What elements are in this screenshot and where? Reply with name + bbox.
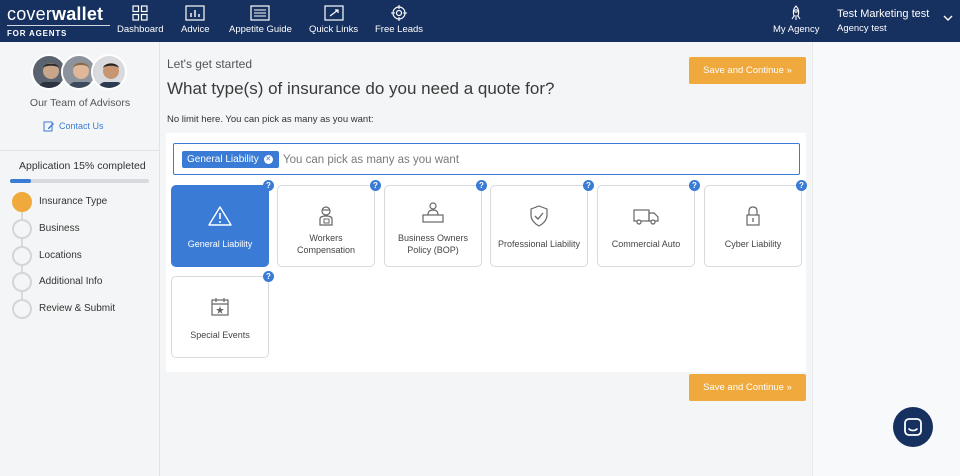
remove-tag-icon[interactable]: ✕ <box>263 155 273 164</box>
nav-my-agency[interactable]: My Agency <box>773 5 819 35</box>
edit-note-icon <box>43 121 54 132</box>
bar-chart-icon <box>185 5 205 21</box>
save-and-continue-button-top[interactable]: Save and Continue » <box>689 57 806 84</box>
help-icon[interactable]: ? <box>263 180 274 191</box>
target-icon <box>391 5 408 21</box>
step-insurance-type[interactable]: Insurance Type <box>12 192 152 212</box>
chat-widget-button[interactable] <box>893 407 933 447</box>
help-icon[interactable]: ? <box>476 180 487 191</box>
progress-bar <box>10 179 149 183</box>
instruction-text: No limit here. You can pick as many as y… <box>167 114 374 125</box>
calendar-star-icon <box>211 298 229 316</box>
step-indicator <box>12 246 32 266</box>
nav-appetite-guide-label: Appetite Guide <box>229 24 292 35</box>
card-cyber-liability[interactable]: Cyber Liability <box>704 185 802 267</box>
nav-appetite-guide[interactable]: Appetite Guide <box>229 5 292 35</box>
card-label: Cyber Liability <box>724 239 782 249</box>
logo-subtitle: FOR AGENTS <box>7 29 68 38</box>
step-indicator <box>12 219 32 239</box>
nav-free-leads-label: Free Leads <box>375 24 424 35</box>
card-workers-compensation[interactable]: Workers Compensation <box>277 185 375 267</box>
link-icon <box>323 5 344 21</box>
step-label: Additional Info <box>39 276 103 287</box>
main-content: Let's get started What type(s) of insura… <box>160 42 812 476</box>
logo-text-cover: cover <box>7 4 53 24</box>
step-label: Insurance Type <box>39 196 108 207</box>
list-icon <box>250 5 271 21</box>
worker-icon <box>319 206 333 226</box>
step-business[interactable]: Business <box>12 219 152 239</box>
logo-text-wallet: wallet <box>52 4 104 24</box>
user-company: Agency test <box>837 23 887 34</box>
coverwallet-logo[interactable]: coverwallet FOR AGENTS <box>7 4 110 38</box>
nav-quick-links[interactable]: Quick Links <box>309 5 358 35</box>
contact-us-label: Contact Us <box>59 121 104 131</box>
shield-check-icon <box>530 205 548 227</box>
avatar <box>91 54 127 90</box>
card-special-events[interactable]: Special Events <box>171 276 269 358</box>
card-general-liability[interactable]: General Liability <box>171 185 269 267</box>
desk-icon <box>422 202 444 223</box>
selected-insurance-tag-input[interactable]: General Liability ✕ <box>173 143 800 175</box>
card-label: Commercial Auto <box>611 239 681 249</box>
nav-advice[interactable]: Advice <box>181 5 210 35</box>
progress-bar-fill <box>10 179 31 183</box>
step-additional-info[interactable]: Additional Info <box>12 272 152 292</box>
logo-divider <box>7 25 110 26</box>
selected-tag-general-liability[interactable]: General Liability ✕ <box>182 151 279 168</box>
chevron-down-icon[interactable] <box>943 15 953 22</box>
nav-advice-label: Advice <box>181 24 210 35</box>
user-menu[interactable]: Test Marketing test Agency test <box>837 8 929 34</box>
top-navigation-bar: coverwallet FOR AGENTS Dashboard Advice … <box>0 0 960 42</box>
nav-dashboard[interactable]: Dashboard <box>117 5 163 35</box>
help-icon[interactable]: ? <box>796 180 807 191</box>
nav-quick-links-label: Quick Links <box>309 24 359 35</box>
save-and-continue-button-bottom[interactable]: Save and Continue » <box>689 374 806 401</box>
card-label: Workers <box>309 233 343 243</box>
right-gutter <box>812 42 960 476</box>
page-title: What type(s) of insurance do you need a … <box>167 79 555 98</box>
sidebar: Our Team of Advisors Contact Us Applicat… <box>0 42 160 476</box>
card-label-line2: Policy (BOP) <box>407 245 459 255</box>
step-indicator <box>12 272 32 292</box>
tag-label: General Liability <box>187 154 259 165</box>
grid-icon <box>132 5 148 21</box>
card-label: Professional Liability <box>497 239 581 249</box>
progress-label: Application 15% completed <box>19 160 146 172</box>
card-label: General Liability <box>187 239 253 249</box>
step-review-submit[interactable]: Review & Submit <box>12 299 152 319</box>
card-professional-liability[interactable]: Professional Liability <box>490 185 588 267</box>
warning-icon <box>208 206 232 226</box>
card-commercial-auto[interactable]: Commercial Auto <box>597 185 695 267</box>
help-icon[interactable]: ? <box>370 180 381 191</box>
card-label: Special Events <box>190 330 250 340</box>
insurance-search-input[interactable] <box>283 150 783 169</box>
user-name: Test Marketing test <box>837 8 930 20</box>
step-indicator <box>12 192 32 212</box>
team-of-advisors-label: Our Team of Advisors <box>29 97 131 109</box>
truck-icon <box>633 209 659 225</box>
step-label: Locations <box>39 250 82 261</box>
card-business-owners-policy[interactable]: Business Owners Policy (BOP) <box>384 185 482 267</box>
nav-my-agency-label: My Agency <box>773 24 820 35</box>
help-icon[interactable]: ? <box>263 271 274 282</box>
advisor-avatars <box>31 54 131 90</box>
rocket-icon <box>791 5 801 20</box>
insurance-selection-panel: General Liability ✕ General Liability Wo… <box>166 133 807 372</box>
lock-icon <box>746 206 760 226</box>
nav-dashboard-label: Dashboard <box>117 24 164 35</box>
step-label: Review & Submit <box>39 303 116 314</box>
help-icon[interactable]: ? <box>583 180 594 191</box>
help-icon[interactable]: ? <box>689 180 700 191</box>
nav-free-leads[interactable]: Free Leads <box>375 5 423 35</box>
step-locations[interactable]: Locations <box>12 246 152 266</box>
chat-icon <box>904 418 922 436</box>
step-indicator <box>12 299 32 319</box>
contact-us-link[interactable]: Contact Us <box>43 120 104 132</box>
card-label: Business Owners <box>397 233 469 243</box>
lets-get-started-text: Let's get started <box>167 57 253 71</box>
application-progress: Application 15% completed <box>0 150 160 183</box>
step-label: Business <box>39 223 80 234</box>
card-label-line2: Compensation <box>296 245 356 255</box>
